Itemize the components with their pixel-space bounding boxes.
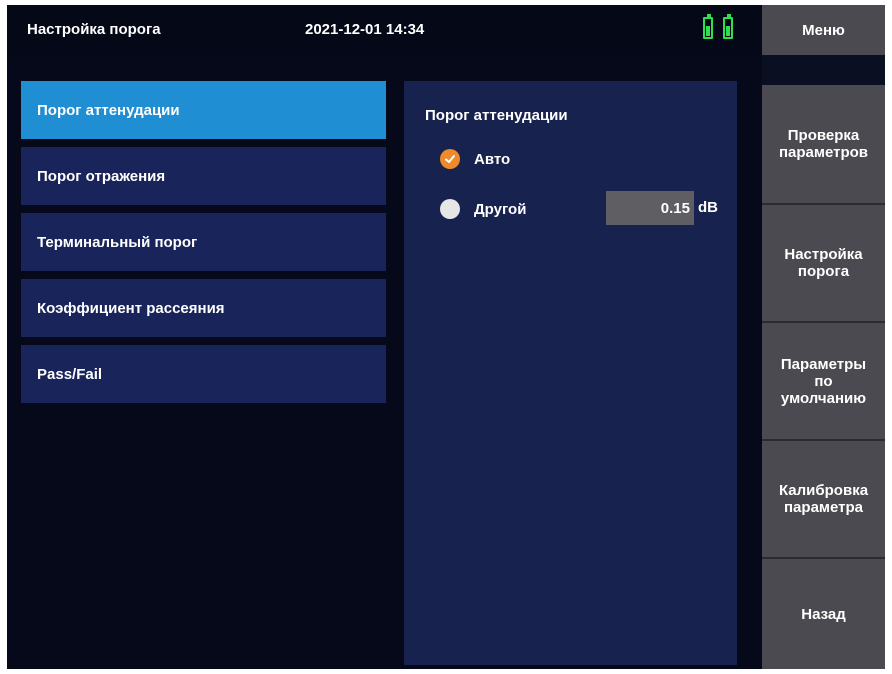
settings-panel: Порог аттенудации Авто Другой 0.15 dB [404, 81, 737, 665]
status-bar: Настройка порога 2021-12-01 14:34 [7, 5, 759, 55]
panel-title: Порог аттенудации [425, 107, 568, 124]
option-auto-label: Авто [474, 150, 511, 168]
radio-checked-icon[interactable] [440, 149, 460, 169]
list-item-terminal-threshold[interactable]: Терминальный порог [21, 213, 386, 271]
datetime: 2021-12-01 14:34 [305, 21, 425, 38]
list-item-attenuation-threshold[interactable]: Порог аттенудации [21, 81, 386, 139]
menu-spacer [762, 55, 885, 85]
radio-unchecked-icon[interactable] [440, 199, 460, 219]
back-button[interactable]: Назад [762, 559, 885, 669]
list-item-scattering-coefficient[interactable]: Коэффициент рассеяния [21, 279, 386, 337]
option-other-label: Другой [474, 200, 527, 218]
calibrate-parameter-button[interactable]: Калибровка параметра [762, 441, 885, 559]
option-other[interactable]: Другой [440, 199, 526, 219]
page-title: Настройка порога [27, 21, 161, 38]
list-item-reflection-threshold[interactable]: Порог отражения [21, 147, 386, 205]
default-parameters-button[interactable]: Параметры по умолчанию [762, 323, 885, 441]
threshold-value-input[interactable]: 0.15 [606, 191, 694, 225]
menu-header: Меню [762, 5, 885, 55]
threshold-settings-button[interactable]: Настройка порога [762, 205, 885, 323]
value-unit: dB [698, 199, 718, 216]
device-screen: Настройка порога 2021-12-01 14:34 Меню П… [7, 5, 885, 669]
battery-icon [703, 14, 713, 39]
check-parameters-button[interactable]: Проверка параметров [762, 85, 885, 205]
option-auto[interactable]: Авто [440, 149, 510, 169]
list-item-pass-fail[interactable]: Pass/Fail [21, 345, 386, 403]
battery-icon [723, 14, 733, 39]
checkmark-icon [445, 155, 455, 163]
